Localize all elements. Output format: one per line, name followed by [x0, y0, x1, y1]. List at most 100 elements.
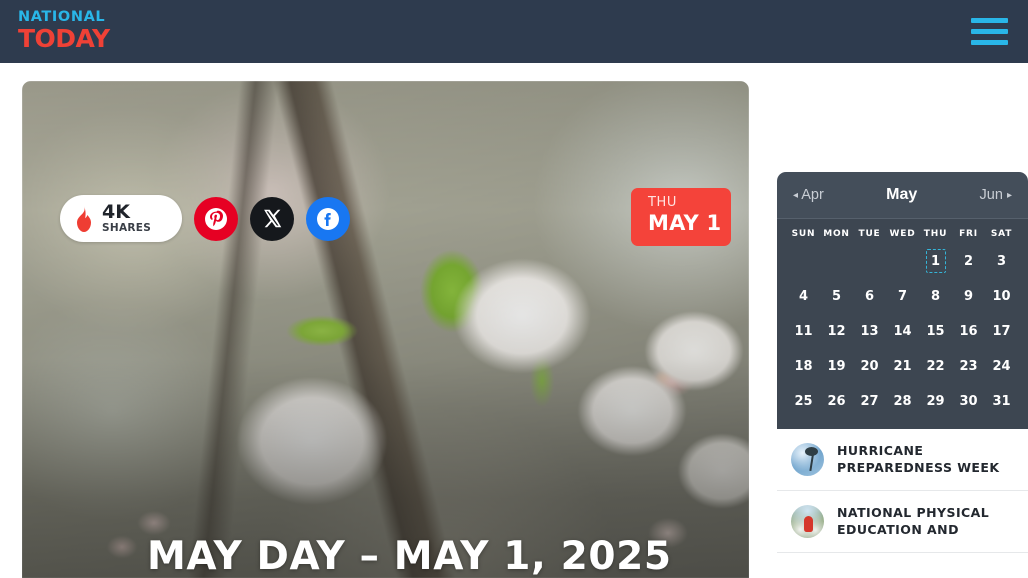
calendar-day-number: 28: [893, 393, 912, 409]
calendar-day-selected[interactable]: 1: [919, 247, 952, 275]
calendar-day[interactable]: 3: [985, 247, 1018, 275]
weekday-fri: FRI: [959, 229, 978, 239]
calendar-day[interactable]: 9: [952, 282, 985, 310]
share-count-pill[interactable]: 4K SHARES: [60, 195, 182, 242]
calendar-day-number: 11: [794, 323, 813, 339]
calendar-day[interactable]: 24: [985, 352, 1018, 380]
calendar-day-empty: [886, 247, 919, 275]
hamburger-bar: [971, 18, 1008, 23]
holiday-list-item[interactable]: HURRICANE PREPAREDNESS WEEK: [777, 429, 1028, 491]
weekday-sun: SUN: [791, 229, 816, 239]
chevron-left-icon: ◂: [793, 190, 799, 201]
share-count-value: 4K: [102, 201, 130, 224]
facebook-icon: [317, 207, 339, 230]
outdoor-kids-thumbnail: [791, 505, 824, 538]
holiday-title: HURRICANE PREPAREDNESS WEEK: [837, 443, 1000, 475]
hamburger-bar: [971, 29, 1008, 34]
calendar-day-number: 26: [827, 393, 846, 409]
holiday-list-item[interactable]: NATIONAL PHYSICAL EDUCATION AND: [777, 491, 1028, 553]
calendar-day[interactable]: 27: [853, 387, 886, 415]
calendar-day[interactable]: 21: [886, 352, 919, 380]
calendar-day-number: 8: [930, 288, 941, 304]
calendar-week-row: 11 12 13 14 15 16 17: [787, 317, 1018, 345]
hamburger-menu-icon[interactable]: [971, 18, 1008, 45]
pinterest-icon: [205, 207, 227, 230]
calendar-next-month[interactable]: Jun ▸: [980, 187, 1012, 203]
calendar-day-number: 24: [992, 358, 1011, 374]
date-badge[interactable]: THU MAY 1: [631, 188, 731, 246]
calendar-day-number: 16: [959, 323, 978, 339]
calendar-day[interactable]: 2: [952, 247, 985, 275]
calendar-day-number: 31: [992, 393, 1011, 409]
calendar-day-number: 5: [831, 288, 842, 304]
weekday-thu: THU: [923, 229, 948, 239]
date-badge-date: MAY 1: [648, 211, 722, 236]
calendar-day-number: 20: [860, 358, 879, 374]
calendar-day[interactable]: 20: [853, 352, 886, 380]
calendar-day-number: 19: [827, 358, 846, 374]
calendar-day[interactable]: 5: [820, 282, 853, 310]
calendar-day-empty: [787, 247, 820, 275]
chevron-right-icon: ▸: [1006, 190, 1012, 201]
calendar-day[interactable]: 15: [919, 317, 952, 345]
site-header: NATIONAL TODAY: [0, 0, 1028, 63]
calendar-day-number: 6: [864, 288, 875, 304]
calendar-day-number: 13: [860, 323, 879, 339]
calendar-day[interactable]: 11: [787, 317, 820, 345]
sky-palm-tree-thumbnail: [791, 443, 824, 476]
calendar-day-number: 21: [893, 358, 912, 374]
calendar-day[interactable]: 16: [952, 317, 985, 345]
calendar-day-empty: [853, 247, 886, 275]
calendar-day[interactable]: 12: [820, 317, 853, 345]
calendar-day-number: 30: [959, 393, 978, 409]
share-pinterest-button[interactable]: [194, 196, 238, 241]
calendar-day-number: 14: [893, 323, 912, 339]
calendar-day-number: 25: [794, 393, 813, 409]
calendar-day-number: 3: [996, 253, 1007, 269]
calendar-day-number: 7: [897, 288, 908, 304]
share-x-button[interactable]: [250, 196, 294, 241]
calendar-day[interactable]: 22: [919, 352, 952, 380]
hero-gradient-overlay: [22, 81, 749, 578]
calendar-day[interactable]: 6: [853, 282, 886, 310]
calendar-day[interactable]: 10: [985, 282, 1018, 310]
calendar-day-number: 29: [926, 393, 945, 409]
weekday-wed: WED: [889, 229, 916, 239]
calendar-day-number: 12: [827, 323, 846, 339]
calendar-day[interactable]: 26: [820, 387, 853, 415]
calendar-day-number: 17: [992, 323, 1011, 339]
share-facebook-button[interactable]: [306, 196, 350, 241]
calendar-week-row: 1 2 3: [787, 247, 1018, 275]
calendar-day[interactable]: 13: [853, 317, 886, 345]
calendar-day-number: 1: [925, 249, 946, 273]
calendar-day-number: 4: [798, 288, 809, 304]
calendar-week-row: 25 26 27 28 29 30 31: [787, 387, 1018, 415]
site-logo[interactable]: NATIONAL TODAY: [18, 10, 110, 51]
calendar-day[interactable]: 18: [787, 352, 820, 380]
calendar-day[interactable]: 29: [919, 387, 952, 415]
share-row: 4K SHARES: [60, 195, 350, 242]
calendar-day[interactable]: 7: [886, 282, 919, 310]
calendar-day[interactable]: 25: [787, 387, 820, 415]
sidebar: ◂ Apr May Jun ▸ SUN MON TUE WED THU FRI …: [777, 172, 1028, 553]
calendar-prev-month[interactable]: ◂ Apr: [793, 187, 824, 203]
weekday-tue: TUE: [858, 229, 881, 239]
calendar-week-row: 4 5 6 7 8 9 10: [787, 282, 1018, 310]
weekday-sat: SAT: [990, 229, 1013, 239]
calendar-day[interactable]: 17: [985, 317, 1018, 345]
calendar-week-row: 18 19 20 21 22 23 24: [787, 352, 1018, 380]
calendar-day[interactable]: 4: [787, 282, 820, 310]
date-badge-weekday: THU: [648, 195, 678, 210]
holiday-title: NATIONAL PHYSICAL EDUCATION AND: [837, 505, 990, 537]
calendar-day[interactable]: 30: [952, 387, 985, 415]
calendar-day[interactable]: 23: [952, 352, 985, 380]
calendar-day[interactable]: 8: [919, 282, 952, 310]
calendar-weekday-header: SUN MON TUE WED THU FRI SAT: [787, 229, 1018, 239]
calendar-day[interactable]: 31: [985, 387, 1018, 415]
calendar-day[interactable]: 19: [820, 352, 853, 380]
calendar-day[interactable]: 14: [886, 317, 919, 345]
hamburger-bar: [971, 40, 1008, 45]
calendar-body: SUN MON TUE WED THU FRI SAT 1 2 3 4 5 6 7 8 9 10 1…: [777, 219, 1028, 429]
hero-card[interactable]: 4K SHARES THU MAY 1 MAY DAY – MAY 1, 202…: [22, 81, 749, 578]
calendar-day[interactable]: 28: [886, 387, 919, 415]
